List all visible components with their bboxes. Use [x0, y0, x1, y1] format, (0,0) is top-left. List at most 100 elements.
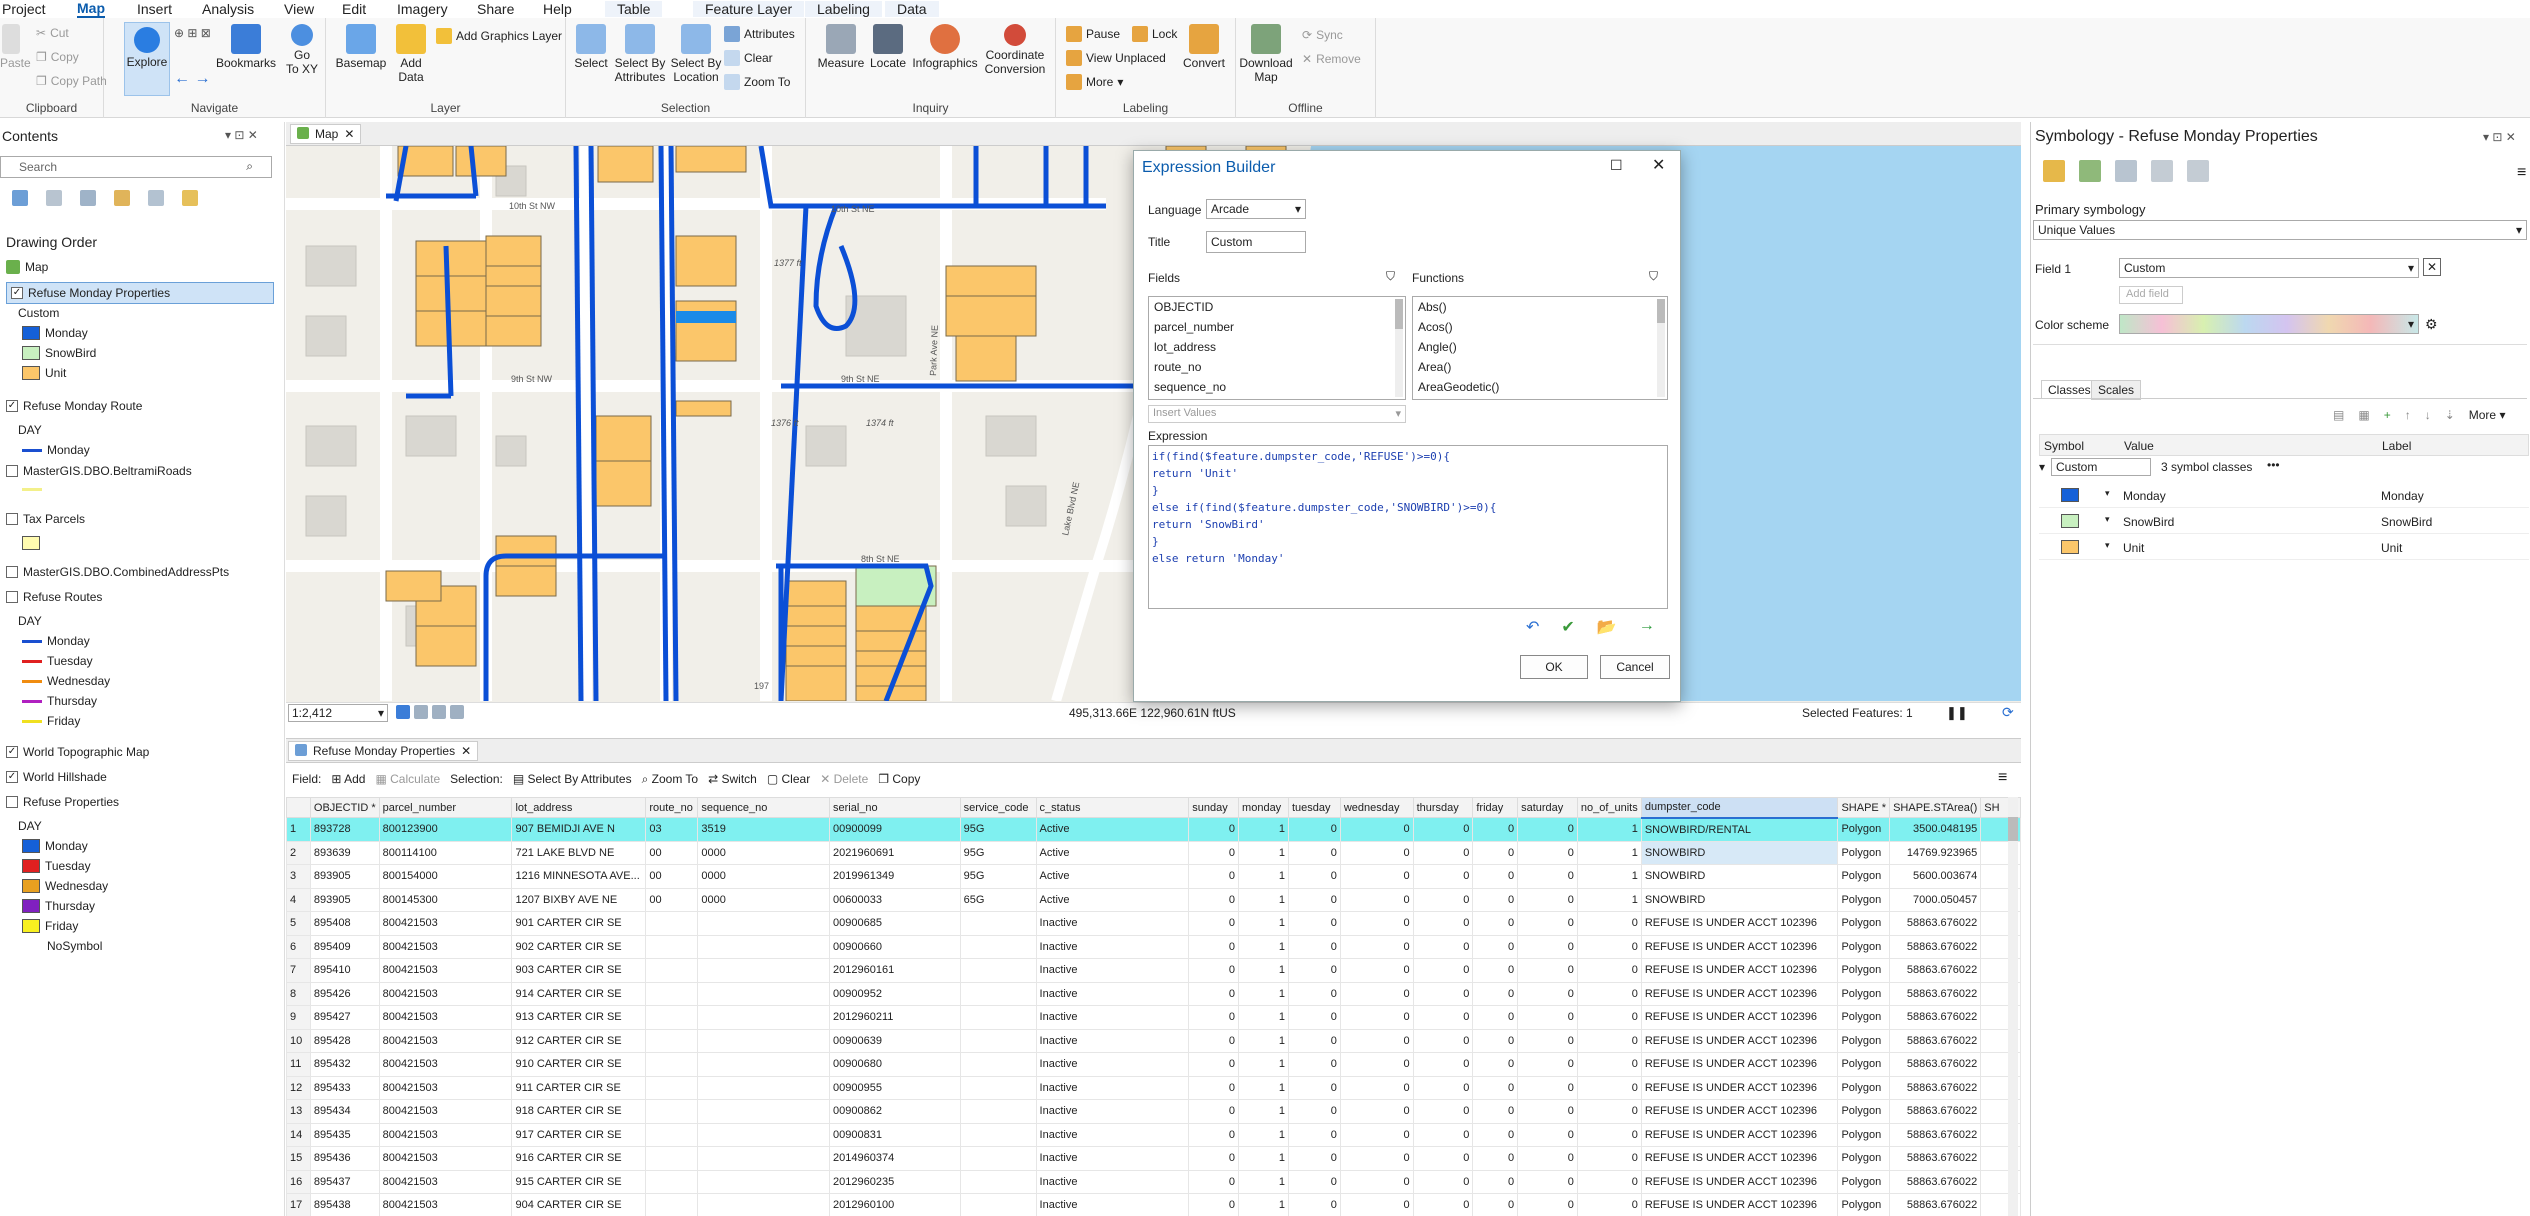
close-icon[interactable]: ✕ [344, 127, 354, 141]
symbology-method-select[interactable]: Unique Values ▾ [2033, 220, 2527, 240]
table-cell[interactable]: 0 [1412, 981, 1474, 1006]
table-cell[interactable]: 0 [1472, 840, 1519, 865]
layer-item[interactable]: ✓ World Hillshade [6, 770, 107, 784]
labeling-icon[interactable] [182, 190, 198, 206]
table-cell[interactable]: 0 [1517, 1146, 1578, 1171]
table-cell[interactable]: 03 [645, 817, 699, 842]
table-row[interactable]: 12 895433 800421503 911 CARTER CIR SE 009009… [286, 1075, 2021, 1100]
table-cell[interactable]: 0 [1412, 1122, 1474, 1147]
table-cell[interactable]: 1216 MINNESOTA AVE... [511, 864, 647, 889]
table-cell[interactable]: 95G [959, 817, 1037, 842]
table-cell[interactable]: 0 [1412, 864, 1474, 889]
table-cell[interactable]: 0 [1287, 817, 1341, 842]
table-cell[interactable]: Inactive [1035, 1099, 1190, 1124]
table-cell[interactable]: 0 [1188, 1169, 1240, 1194]
table-cell[interactable] [645, 1052, 699, 1077]
table-cell[interactable]: 2012960235 [829, 1169, 961, 1194]
table-cell[interactable]: 800154000 [378, 864, 513, 889]
table-cell[interactable]: 800421503 [378, 1122, 513, 1147]
table-cell[interactable]: 0 [1576, 1169, 1642, 1194]
function-item[interactable]: Acos() [1413, 317, 1667, 337]
table-cell[interactable]: 2012960100 [829, 1193, 961, 1216]
table-cell[interactable]: Polygon [1837, 1193, 1891, 1216]
table-cell[interactable]: 0 [1412, 1005, 1474, 1030]
column-header[interactable]: dumpster_code [1640, 797, 1839, 819]
table-cell[interactable]: 1 [1238, 817, 1289, 842]
table-cell[interactable]: 0 [1339, 934, 1414, 959]
table-cell[interactable] [959, 958, 1037, 983]
table-cell[interactable]: 0 [1517, 840, 1578, 865]
table-cell[interactable]: 0 [1188, 864, 1240, 889]
class-label[interactable]: Monday [2381, 489, 2424, 503]
table-cell[interactable]: 0 [1576, 958, 1642, 983]
table-row[interactable]: 13 895434 800421503 918 CARTER CIR SE 009008… [286, 1099, 2021, 1124]
table-cell[interactable]: 12 [286, 1075, 311, 1100]
table-cell[interactable]: 0 [1188, 1193, 1240, 1216]
table-cell[interactable]: 800421503 [378, 1075, 513, 1100]
table-cell[interactable]: 0 [1576, 981, 1642, 1006]
table-cell[interactable]: 0 [1287, 911, 1341, 936]
table-cell[interactable]: 0 [1188, 887, 1240, 912]
table-row[interactable]: 2 893639 800114100 721 LAKE BLVD NE 00 0000 20… [286, 840, 2021, 865]
table-cell[interactable]: 0 [1188, 958, 1240, 983]
table-cell[interactable]: 1 [1238, 911, 1289, 936]
snapping-icon[interactable] [148, 190, 164, 206]
tab-analysis[interactable]: Analysis [202, 1, 254, 17]
title-input[interactable]: Custom [1206, 231, 1306, 253]
table-cell[interactable]: 0 [1576, 1193, 1642, 1216]
table-cell[interactable]: 0 [1188, 1028, 1240, 1053]
table-cell[interactable] [645, 1146, 699, 1171]
table-cell[interactable]: 0 [1339, 1075, 1414, 1100]
table-cell[interactable]: 5 [286, 911, 311, 936]
table-cell[interactable]: REFUSE IS UNDER ACCT 102396 [1640, 1169, 1839, 1194]
table-cell[interactable]: 0 [1339, 1005, 1414, 1030]
layer-visibility-checkbox[interactable]: ✓ [11, 287, 23, 299]
table-cell[interactable]: 910 CARTER CIR SE [511, 1052, 647, 1077]
layer-item[interactable]: MasterGIS.DBO.BeltramiRoads [6, 464, 192, 478]
table-cell[interactable]: 0 [1339, 1028, 1414, 1053]
table-cell[interactable]: 0 [1517, 1052, 1578, 1077]
tab-project[interactable]: Project [2, 1, 46, 17]
table-cell[interactable]: 1207 BIXBY AVE NE [511, 887, 647, 912]
table-cell[interactable]: 0 [1517, 864, 1578, 889]
select-by-attributes-table-button[interactable]: ▤ Select By Attributes [513, 772, 632, 786]
table-cell[interactable]: 0 [1472, 1169, 1519, 1194]
table-row[interactable]: 11 895432 800421503 910 CARTER CIR SE 009006… [286, 1052, 2021, 1077]
table-cell[interactable] [959, 1169, 1037, 1194]
table-cell[interactable]: 11 [286, 1052, 311, 1077]
table-cell[interactable]: 1 [1238, 981, 1289, 1006]
table-cell[interactable] [645, 1193, 699, 1216]
table-cell[interactable]: REFUSE IS UNDER ACCT 102396 [1640, 1005, 1839, 1030]
table-cell[interactable]: 0 [1576, 911, 1642, 936]
map-tab[interactable]: Map ✕ [290, 124, 362, 144]
table-cell[interactable]: 0 [1188, 1052, 1240, 1077]
table-cell[interactable]: 0 [1188, 934, 1240, 959]
table-cell[interactable]: 800421503 [378, 1146, 513, 1171]
column-header[interactable] [286, 797, 311, 818]
table-cell[interactable]: 800114100 [378, 840, 513, 865]
tab-data[interactable]: Data [885, 1, 939, 17]
table-cell[interactable]: 917 CARTER CIR SE [511, 1122, 647, 1147]
table-cell[interactable] [959, 1146, 1037, 1171]
view-unplaced-button[interactable]: View Unplaced [1066, 50, 1166, 66]
explore-button[interactable]: Explore [124, 22, 170, 96]
table-cell[interactable]: 95G [959, 840, 1037, 865]
cancel-button[interactable]: Cancel [1600, 655, 1670, 679]
column-header[interactable]: lot_address [511, 797, 647, 818]
table-cell[interactable]: 0 [1339, 1122, 1414, 1147]
tab-insert[interactable]: Insert [137, 1, 172, 17]
table-cell[interactable]: 00900831 [829, 1122, 961, 1147]
table-cell[interactable]: 0 [1188, 817, 1240, 842]
zoom-to-button[interactable]: Zoom To [724, 74, 790, 90]
add-class-icon[interactable]: + [2384, 408, 2391, 422]
table-cell[interactable]: 895438 [309, 1193, 380, 1216]
table-cell[interactable]: 7 [286, 958, 311, 983]
table-cell[interactable]: 893905 [309, 887, 380, 912]
table-cell[interactable]: 2 [286, 840, 311, 865]
table-cell[interactable]: 1 [1238, 934, 1289, 959]
table-cell[interactable]: 00 [645, 840, 699, 865]
table-cell[interactable]: 800421503 [378, 1169, 513, 1194]
table-cell[interactable]: 0 [1412, 1052, 1474, 1077]
symbol-class-row[interactable]: ▾ Monday Monday [2039, 484, 2529, 508]
table-cell[interactable]: 0 [1339, 911, 1414, 936]
